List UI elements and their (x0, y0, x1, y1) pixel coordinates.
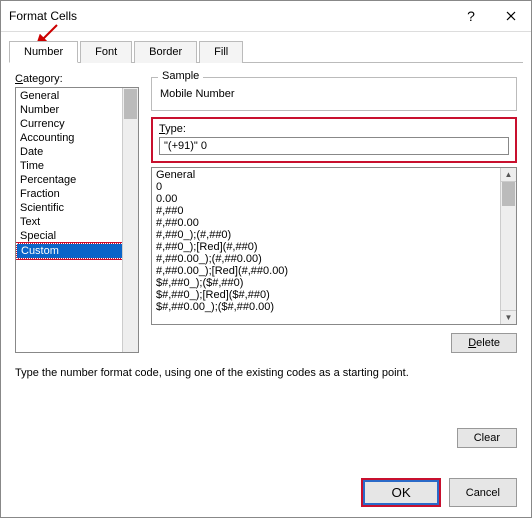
tab-font[interactable]: Font (80, 41, 132, 63)
list-item[interactable]: General (16, 89, 138, 103)
list-item-custom[interactable]: Custom (17, 244, 137, 258)
list-item[interactable]: #,##0.00 (154, 217, 514, 229)
format-cells-dialog: Format Cells ? Number Font Border Fill C… (0, 0, 532, 518)
tab-bar: Number Font Border Fill (9, 40, 523, 63)
list-item[interactable]: $#,##0_);($#,##0) (154, 277, 514, 289)
category-listbox[interactable]: General Number Currency Accounting Date … (15, 87, 139, 353)
list-item[interactable]: #,##0.00_);(#,##0.00) (154, 253, 514, 265)
list-item[interactable]: Scientific (16, 201, 138, 215)
dialog-title: Format Cells (9, 9, 451, 23)
list-item[interactable]: Percentage (16, 173, 138, 187)
ok-button[interactable]: OK (363, 480, 438, 505)
cancel-button[interactable]: Cancel (449, 478, 517, 507)
clear-button[interactable]: Clear (457, 428, 517, 448)
titlebar: Format Cells ? (1, 1, 531, 32)
list-item[interactable]: Number (16, 103, 138, 117)
tab-number[interactable]: Number (9, 41, 78, 63)
list-item[interactable]: $#,##0_);[Red]($#,##0) (154, 289, 514, 301)
list-item[interactable]: Fraction (16, 187, 138, 201)
list-item[interactable]: #,##0 (154, 205, 514, 217)
list-item[interactable]: Time (16, 159, 138, 173)
list-item[interactable]: $#,##0.00_);($#,##0.00) (154, 301, 514, 313)
type-label: Type: (159, 123, 509, 135)
scrollbar[interactable]: ▲ ▼ (500, 168, 516, 324)
list-item[interactable]: Date (16, 145, 138, 159)
type-section: Type: (151, 117, 517, 163)
sample-value: Mobile Number (160, 82, 508, 100)
list-item[interactable]: Text (16, 215, 138, 229)
ok-button-highlight: OK (361, 478, 440, 507)
list-item[interactable]: 0.00 (154, 193, 514, 205)
category-label: Category: (15, 73, 139, 85)
format-listbox[interactable]: General 0 0.00 #,##0 #,##0.00 #,##0_);(#… (151, 167, 517, 325)
scrollbar[interactable] (122, 88, 138, 352)
list-item[interactable]: #,##0_);(#,##0) (154, 229, 514, 241)
hint-text: Type the number format code, using one o… (15, 367, 517, 379)
list-item[interactable]: Accounting (16, 131, 138, 145)
list-item[interactable]: 0 (154, 181, 514, 193)
help-button[interactable]: ? (451, 1, 491, 31)
close-button[interactable] (491, 1, 531, 31)
sample-label: Sample (158, 70, 203, 82)
tab-fill[interactable]: Fill (199, 41, 243, 63)
type-input[interactable] (159, 137, 509, 155)
content-area: Category: General Number Currency Accoun… (1, 63, 531, 517)
list-item[interactable]: #,##0.00_);[Red](#,##0.00) (154, 265, 514, 277)
tab-border[interactable]: Border (134, 41, 197, 63)
sample-box: Sample Mobile Number (151, 77, 517, 111)
list-item[interactable]: Currency (16, 117, 138, 131)
list-item[interactable]: #,##0_);[Red](#,##0) (154, 241, 514, 253)
list-item[interactable]: Special (16, 229, 138, 243)
list-item[interactable]: General (154, 169, 514, 181)
delete-button[interactable]: Delete (451, 333, 517, 353)
highlight-custom: Custom (15, 242, 139, 260)
